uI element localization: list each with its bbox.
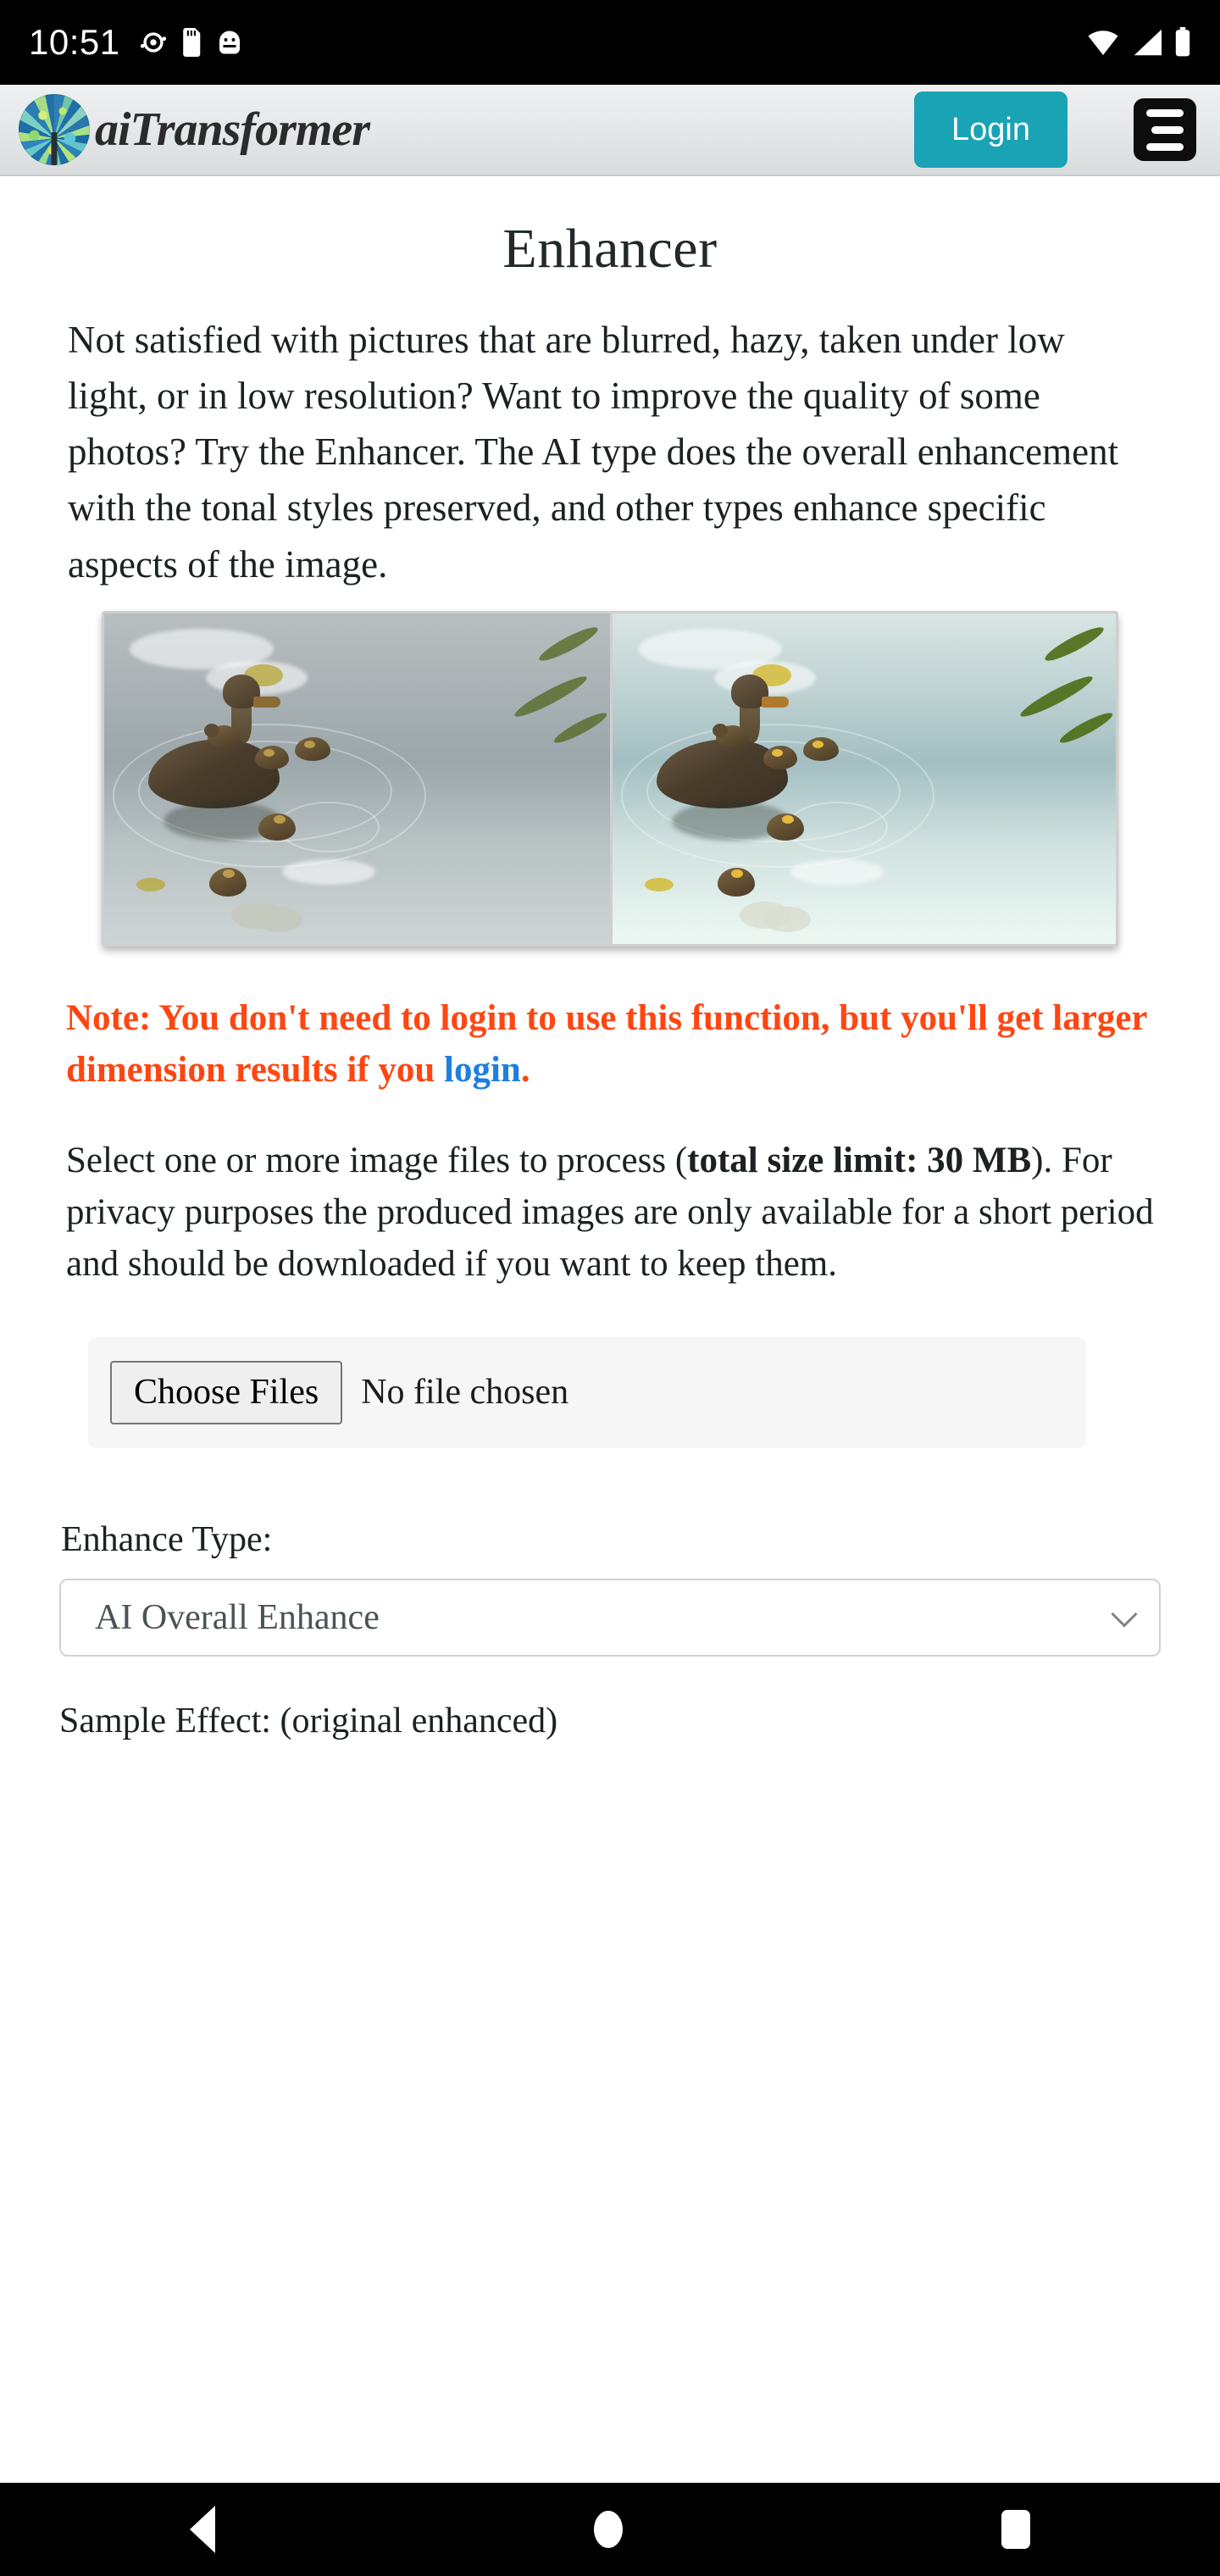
desc-part1: Select one or more image files to proces… bbox=[66, 1140, 688, 1180]
page-content: Enhancer Not satisfied with pictures tha… bbox=[0, 176, 1220, 1741]
enhance-type-select[interactable]: AI Overall Enhance bbox=[59, 1578, 1161, 1657]
file-chosen-status: No file chosen bbox=[361, 1373, 569, 1413]
home-icon[interactable] bbox=[593, 2511, 623, 2548]
site-header: aiTransformer Login bbox=[0, 85, 1220, 176]
intro-paragraph: Not satisfied with pictures that are blu… bbox=[68, 319, 1119, 586]
status-bar: 10:51 bbox=[0, 0, 1220, 85]
back-icon[interactable] bbox=[189, 2506, 215, 2553]
usb-debug-icon bbox=[219, 31, 240, 54]
choose-files-button[interactable]: Choose Files bbox=[110, 1360, 343, 1424]
wifi-icon bbox=[1088, 31, 1118, 55]
hamburger-menu-icon[interactable] bbox=[1134, 98, 1196, 161]
file-upload-field[interactable]: Choose Files No file chosen bbox=[88, 1336, 1086, 1448]
note-text-before: Note: You don't need to login to use thi… bbox=[66, 997, 1147, 1090]
tree-logo-icon bbox=[19, 94, 90, 165]
upload-description: Select one or more image files to proces… bbox=[59, 1135, 1161, 1290]
android-navigation-bar bbox=[0, 2483, 1220, 2576]
enhance-type-value: AI Overall Enhance bbox=[95, 1597, 380, 1637]
note-login-link[interactable]: login bbox=[444, 1050, 521, 1090]
sample-enhanced-pane bbox=[610, 613, 1116, 944]
note-text-after: . bbox=[520, 1049, 530, 1090]
status-clock: 10:51 bbox=[29, 22, 120, 62]
sample-comparison-image bbox=[102, 610, 1118, 947]
brand-name: aiTransformer bbox=[95, 103, 370, 156]
record-icon bbox=[140, 32, 166, 53]
enhance-type-label: Enhance Type: bbox=[61, 1519, 273, 1559]
login-note: Note: You don't need to login to use thi… bbox=[59, 992, 1161, 1096]
chevron-down-icon bbox=[1111, 1601, 1138, 1628]
status-left-icons bbox=[139, 28, 242, 57]
sample-original-pane bbox=[104, 613, 610, 944]
status-right-icons bbox=[1086, 27, 1191, 58]
brand-link[interactable]: aiTransformer bbox=[19, 94, 370, 165]
page-title: Enhancer bbox=[502, 218, 718, 280]
menu-bar-1 bbox=[1146, 108, 1184, 117]
menu-bar-2 bbox=[1151, 125, 1184, 134]
recents-icon[interactable] bbox=[1001, 2510, 1031, 2549]
cellular-signal-icon bbox=[1134, 29, 1162, 56]
battery-icon bbox=[1175, 27, 1190, 57]
desc-size-limit: total size limit: 30 MB bbox=[687, 1140, 1032, 1180]
sample-effect-label: Sample Effect: (original enhanced) bbox=[59, 1701, 558, 1740]
sd-card-icon bbox=[182, 28, 200, 57]
login-button[interactable]: Login bbox=[914, 92, 1068, 168]
menu-bar-3 bbox=[1146, 142, 1184, 151]
